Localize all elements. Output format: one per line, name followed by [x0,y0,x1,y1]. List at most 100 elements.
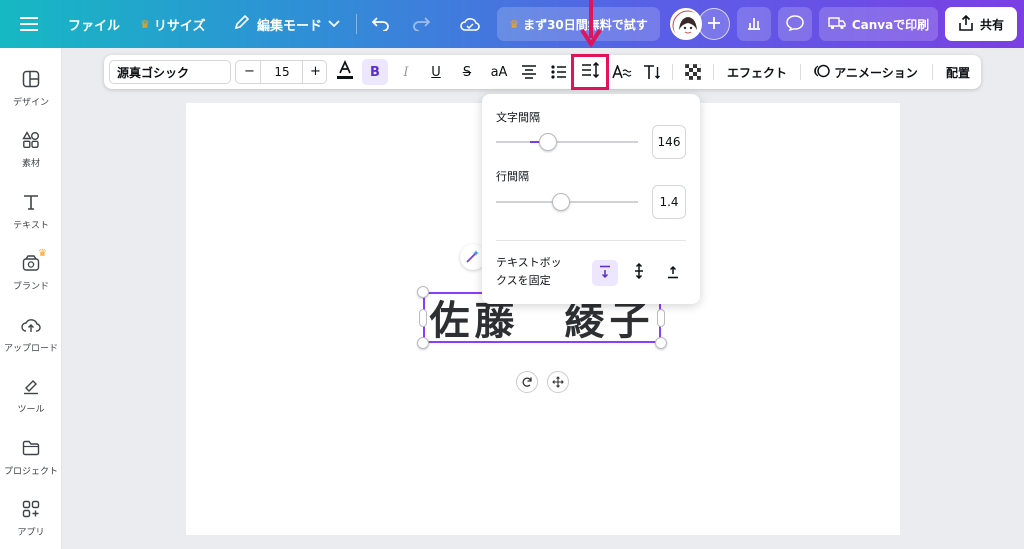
edit-mode-button[interactable]: 編集モード [234,0,340,48]
sidebar-item-label: テキスト [13,221,49,231]
anchor-middle-icon [632,262,646,283]
popover-divider [496,240,686,241]
rotate-button[interactable] [516,371,538,393]
sidebar-item-label: アップロード [3,344,58,354]
topbar-divider [356,0,357,48]
resize-handle-bottom-left[interactable] [417,337,429,349]
animation-button[interactable]: アニメーション [812,55,920,89]
sidebar-item-design[interactable]: デザイン [0,64,62,116]
animation-icon [814,63,830,82]
stepper-divider [302,61,303,83]
bold-button[interactable]: B [362,59,388,85]
free-trial-button[interactable]: ♛ まず30日間無料で試す [497,7,660,41]
sidebar-item-label: プロジェクト [3,467,58,477]
menu-icon[interactable] [20,0,38,48]
share-icon [958,14,974,34]
crown-icon: ♛ [509,17,520,31]
pointer-arrow-icon [580,0,602,48]
toolbar-divider [713,64,714,80]
plus-icon [707,15,721,34]
line-spacing-slider[interactable] [496,193,638,211]
text-color-icon [336,59,354,84]
pencil-icon [234,14,250,34]
anchor-top-button[interactable] [592,260,618,286]
edit-mode-label: 編集モード [257,18,323,34]
sidebar-item-tools[interactable]: ツール [0,371,62,423]
bar-chart-icon [746,15,762,34]
resize-handle-top-left[interactable] [417,286,429,298]
text-color-button[interactable] [334,55,356,89]
comment-icon [786,14,804,34]
sidebar-item-label: アプリ [17,528,45,538]
anchor-middle-button[interactable] [626,260,652,286]
letter-case-button[interactable]: aA [487,55,511,89]
shapes-icon [20,129,42,151]
comment-button[interactable] [778,7,812,41]
redo-icon[interactable] [412,0,430,48]
align-center-icon[interactable] [518,55,540,89]
sidebar-item-label: 素材 [21,159,40,169]
font-size-increase-button[interactable]: + [310,64,321,79]
crown-icon: ♛ [140,17,150,31]
strikethrough-button[interactable]: S [457,55,477,89]
chevron-down-icon [328,17,340,32]
add-collaborator-button[interactable] [698,8,730,40]
file-menu[interactable]: ファイル [68,0,120,48]
line-spacing-slider-thumb[interactable] [552,193,570,211]
letter-spacing-slider[interactable] [496,133,638,151]
sidebar-item-brand[interactable]: ♛ ブランド [0,248,62,300]
sidebar-item-apps[interactable]: アプリ [0,494,62,546]
layout-icon [20,68,42,90]
toolbar-divider [932,64,933,80]
effects-button[interactable]: エフェクト [722,55,792,89]
share-button[interactable]: 共有 [945,7,1017,41]
font-size-input[interactable]: 15 [270,65,294,79]
move-button[interactable] [547,371,569,393]
anchor-text-box-label: テキストボッ クスを固定 [496,254,562,290]
bullet-list-icon[interactable] [548,55,570,89]
line-spacing-input[interactable]: 1.4 [652,185,686,219]
crown-icon: ♛ [38,248,47,259]
text-t-icon [20,191,42,213]
anchor-label-line1: テキストボッ [496,256,562,269]
sidebar-item-uploads[interactable]: アップロード [0,310,62,362]
letter-spacing-input[interactable]: 146 [652,125,686,159]
font-effects-icon[interactable] [610,55,634,89]
draw-tool-icon [20,375,42,397]
text-toolbar: 源真ゴシック − 15 + B I U S aA エフェクト アニメーション 配… [104,55,981,89]
resize-button[interactable]: ♛ リサイズ [140,0,206,48]
sidebar-item-elements[interactable]: 素材 [0,125,62,177]
folder-icon [20,437,42,459]
position-button[interactable]: 配置 [942,55,974,89]
top-bar: ファイル ♛ リサイズ 編集モード ♛ まず30日間無料で試す Canvaで印刷… [0,0,1024,48]
insights-button[interactable] [737,7,771,41]
font-size-stepper: − 15 + [235,60,327,84]
move-icon [552,373,564,392]
underline-button[interactable]: U [426,55,446,89]
italic-button[interactable]: I [396,55,416,89]
resize-handle-left[interactable] [419,309,427,327]
font-family-select[interactable]: 源真ゴシック [109,60,231,84]
toolbar-divider [672,64,673,80]
letter-spacing-slider-thumb[interactable] [539,133,557,151]
font-size-decrease-button[interactable]: − [244,64,255,79]
vertical-text-icon[interactable] [641,55,663,89]
cloud-upload-icon [20,314,42,336]
sidebar-item-text[interactable]: テキスト [0,187,62,239]
anchor-bottom-button[interactable] [660,260,686,286]
cloud-saved-icon[interactable] [460,0,480,48]
spacing-button-highlight [571,54,609,90]
print-button[interactable]: Canvaで印刷 [819,7,938,41]
share-label: 共有 [979,17,1004,32]
transparency-icon[interactable] [682,55,704,89]
anchor-top-icon [598,264,612,283]
resize-handle-bottom-right[interactable] [655,337,667,349]
spacing-popover: 文字間隔 146 行間隔 1.4 テキストボッ クスを固定 [482,94,700,304]
resize-handle-right[interactable] [657,309,665,327]
anchor-bottom-icon [666,264,680,283]
line-spacing-label: 行間隔 [496,170,529,183]
rotate-icon [521,373,533,392]
sidebar-item-projects[interactable]: プロジェクト [0,433,62,485]
undo-icon[interactable] [372,0,390,48]
print-label: Canvaで印刷 [851,17,930,32]
